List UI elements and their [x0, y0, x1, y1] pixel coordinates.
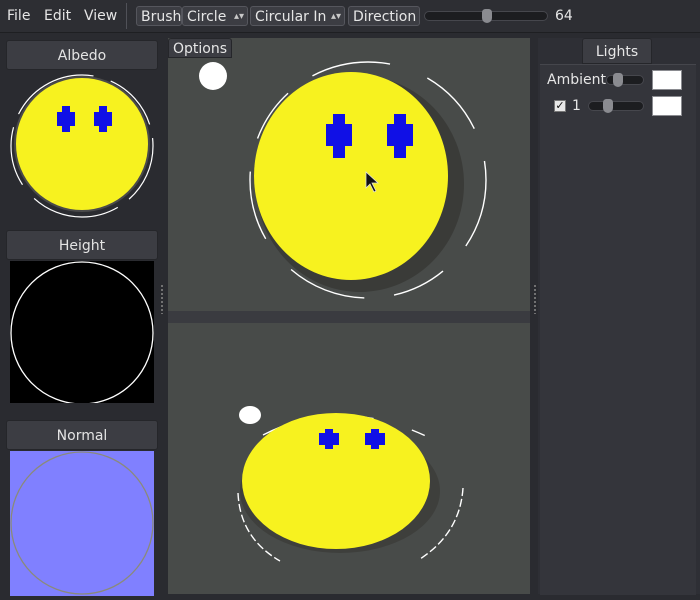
menu-file[interactable]: File	[7, 0, 30, 32]
albedo-header[interactable]: Albedo	[6, 40, 158, 70]
albedo-thumbnail[interactable]	[8, 72, 156, 220]
viewport-splitter[interactable]	[168, 311, 530, 323]
toolbar-separator	[126, 3, 127, 29]
left-splitter-grip[interactable]	[160, 284, 164, 314]
light1-slider-handle[interactable]	[603, 99, 613, 113]
brush-shape-value: Circle	[187, 9, 227, 25]
menu-toolbar: File Edit View Brush Circle ▴▾ Circular …	[0, 0, 700, 33]
brush-size-slider[interactable]	[424, 9, 548, 23]
direction-button[interactable]: Direction	[348, 6, 420, 26]
ambient-slider-handle[interactable]	[613, 73, 623, 87]
light1-color-swatch[interactable]	[652, 96, 682, 116]
height-thumbnail[interactable]	[10, 261, 154, 403]
brush-falloff-select[interactable]: Circular In ▴▾	[250, 6, 345, 26]
top-view-canvas[interactable]	[168, 58, 530, 310]
brush-button[interactable]: Brush	[136, 6, 182, 26]
perspective-view-canvas[interactable]	[168, 323, 530, 594]
brush-falloff-value: Circular In	[255, 9, 327, 25]
albedo-face	[14, 76, 150, 212]
light1-label: 1	[572, 98, 581, 114]
menu-view[interactable]: View	[84, 0, 117, 32]
top-face	[254, 72, 448, 280]
options-tab[interactable]: Options	[168, 38, 232, 58]
height-header[interactable]: Height	[6, 230, 158, 260]
normal-header[interactable]: Normal	[6, 420, 158, 450]
lights-tab[interactable]: Lights	[582, 38, 652, 64]
menu-edit[interactable]: Edit	[44, 0, 71, 32]
brush-size-handle[interactable]	[482, 9, 492, 23]
spin-arrows-icon: ▴▾	[330, 11, 341, 22]
right-splitter-grip[interactable]	[533, 284, 537, 314]
checkmark-icon: ✓	[555, 99, 565, 112]
ambient-slider[interactable]	[606, 73, 644, 87]
lights-list	[540, 64, 696, 595]
ambient-color-swatch[interactable]	[652, 70, 682, 90]
light1-checkbox[interactable]: ✓	[554, 100, 566, 112]
ambient-label: Ambient	[547, 72, 606, 88]
light1-slider[interactable]	[588, 99, 644, 113]
perspective-light-handle[interactable]	[239, 406, 261, 424]
spin-arrows-icon: ▴▾	[233, 11, 244, 22]
brush-size-value: 64	[555, 8, 573, 24]
brush-shape-select[interactable]: Circle ▴▾	[182, 6, 248, 26]
normal-thumbnail[interactable]	[10, 451, 154, 596]
light-handle[interactable]	[199, 62, 227, 90]
